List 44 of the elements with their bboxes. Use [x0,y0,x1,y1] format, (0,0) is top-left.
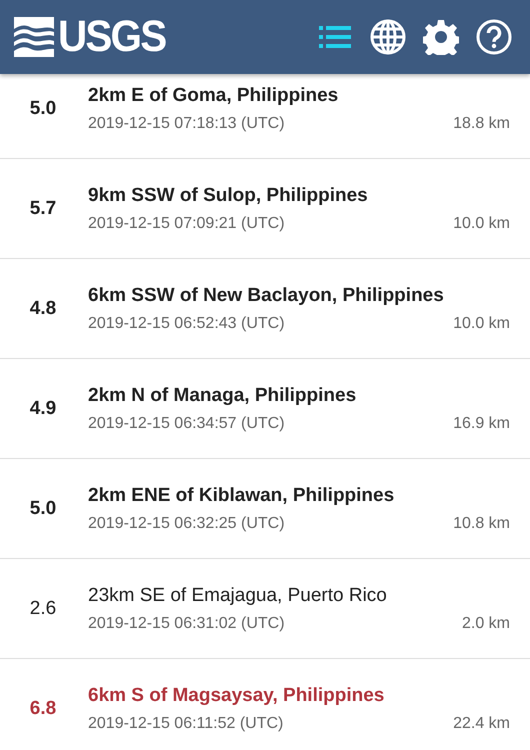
magnitude-text: 5.7 [30,198,56,220]
place-text: 9km SSW of Sulop, Philippines [88,184,369,208]
earthquake-row[interactable]: 4.8 6km SSW of New Baclayon, Philippines 2019-12-15 06:52:43 (UTC) 10.0 km [0,259,530,359]
list-icon [319,26,351,48]
depth-text: 22.4 km [453,714,510,734]
earthquake-row[interactable]: 5.7 9km SSW of Sulop, Philippines 2019-12-15 07:09:21 (UTC) 10.0 km [0,159,530,259]
depth-text: 10.0 km [453,214,510,234]
time-text: 2019-12-15 06:32:25 (UTC) [88,514,286,534]
earthquake-row[interactable]: 4.9 2km N of Managa, Philippines 2019-12-15 06:34:57 (UTC) 16.9 km [0,359,530,459]
earthquake-row[interactable]: 6.8 6km S of Magsaysay, Philippines 2019-12-15 06:11:52 (UTC) 22.4 km [0,659,530,750]
logo-icon [14,17,54,57]
magnitude-text: 5.0 [30,98,56,120]
magnitude-text: 6.8 [30,698,56,720]
earthquake-row[interactable]: 5.0 2km E of Goma, Philippines 2019-12-15 07:18:13 (UTC) 18.8 km [0,74,530,159]
place-text: 2km ENE of Kiblawan, Philippines [88,484,396,508]
place-text: 2km N of Managa, Philippines [88,384,358,408]
earthquake-row[interactable]: 5.0 2km ENE of Kiblawan, Philippines 2019-12-15 06:32:25 (UTC) 10.8 km [0,459,530,559]
depth-text: 10.8 km [453,514,510,534]
place-text: 2km E of Goma, Philippines [88,84,340,108]
time-text: 2019-12-15 06:34:57 (UTC) [88,414,286,434]
magnitude-text: 5.0 [30,498,56,520]
time-text: 2019-12-15 06:11:52 (UTC) [88,714,284,734]
place-text: 23km SE of Emajagua, Puerto Rico [88,584,388,608]
depth-text: 10.0 km [453,314,510,334]
logo-text: USGS [58,15,166,59]
help-button[interactable] [476,19,512,55]
settings-button[interactable] [423,19,459,55]
depth-text: 18.8 km [453,114,510,134]
place-text: 6km SSW of New Baclayon, Philippines [88,284,445,308]
time-text: 2019-12-15 07:18:13 (UTC) [88,114,286,134]
magnitude-text: 4.9 [30,398,56,420]
depth-text: 16.9 km [453,414,510,434]
globe-icon [370,19,406,55]
time-text: 2019-12-15 07:09:21 (UTC) [88,214,286,234]
map-tab[interactable] [370,19,406,55]
depth-text: 2.0 km [462,614,510,634]
place-text: 6km S of Magsaysay, Philippines [88,684,386,708]
settings-icon [423,19,459,55]
magnitude-text: 4.8 [30,298,56,320]
magnitude-text: 2.6 [30,598,56,620]
help-icon [476,19,512,55]
time-text: 2019-12-15 06:31:02 (UTC) [88,614,286,634]
earthquake-row[interactable]: 2.6 23km SE of Emajagua, Puerto Rico 2019-12-15 06:31:02 (UTC) 2.0 km [0,559,530,659]
time-text: 2019-12-15 06:52:43 (UTC) [88,314,286,334]
